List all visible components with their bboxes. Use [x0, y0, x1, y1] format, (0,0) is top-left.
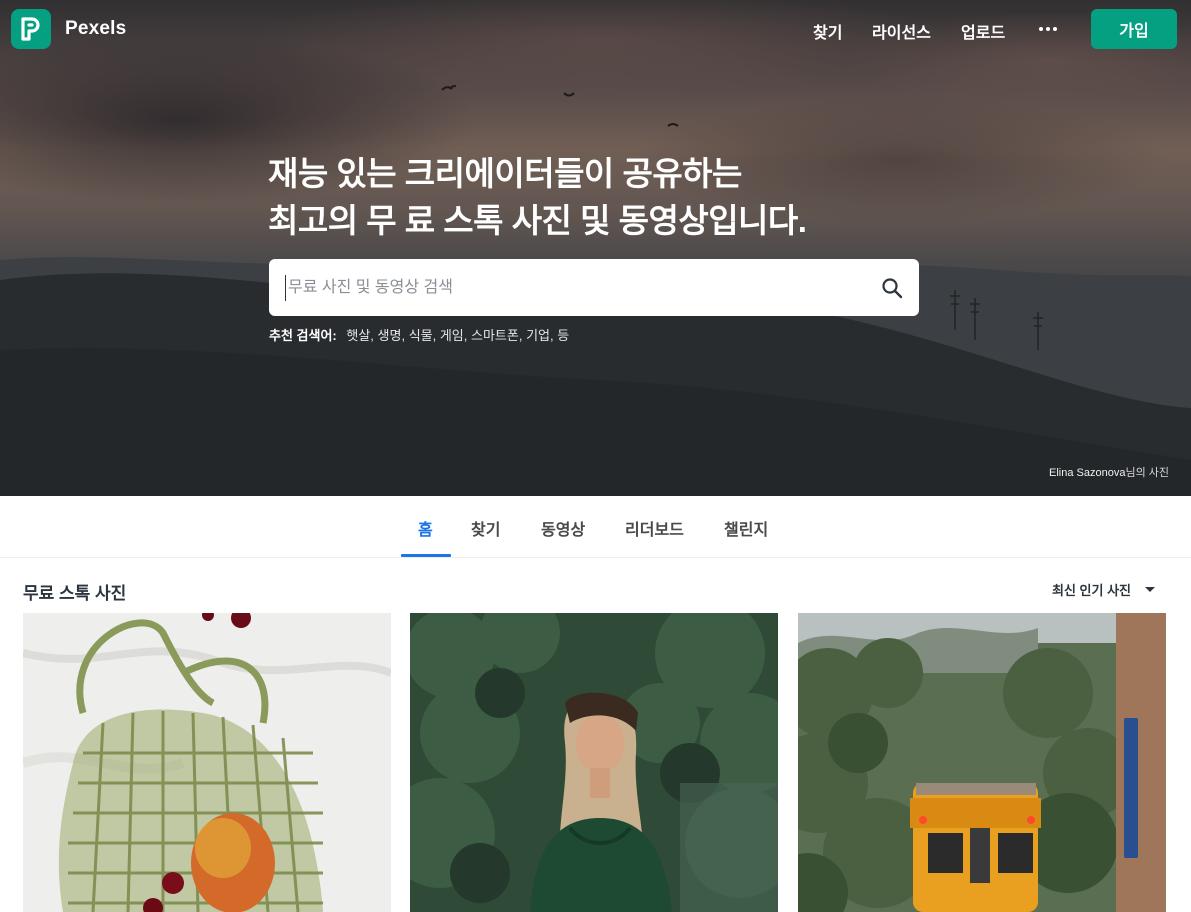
suggestion-item[interactable]: 기업 — [526, 328, 550, 343]
tab-home[interactable]: 홈 — [418, 516, 433, 540]
photo-yellow-train — [798, 613, 1166, 912]
suggestion-item[interactable]: 등 — [557, 328, 569, 343]
search-suggestions: 추천 검색어: 햇살, 생명, 식물, 게임, 스마트폰, 기업, 등 — [269, 328, 570, 343]
photo-credit: Elina Sazonova님의 사진 — [1049, 464, 1169, 480]
tab-explore[interactable]: 찾기 — [471, 516, 500, 540]
search-input[interactable] — [285, 275, 865, 301]
tab-videos[interactable]: 동영상 — [541, 516, 585, 540]
brand-name[interactable]: Pexels — [65, 18, 126, 40]
active-tab-indicator — [401, 554, 451, 557]
photo-card[interactable] — [410, 613, 778, 912]
photo-card[interactable] — [23, 613, 391, 912]
suggestion-item[interactable]: 생명 — [378, 328, 402, 343]
hero-title-line-1: 재능 있는 크리에이터들이 공유하는 — [268, 155, 742, 192]
suggestions-label: 추천 검색어: — [269, 328, 337, 343]
main-tabs: 홈 찾기 동영상 리더보드 챌린지 — [0, 496, 1191, 558]
photographer-link[interactable]: Elina Sazonova — [1049, 467, 1125, 479]
pexels-logo-icon — [21, 17, 40, 41]
photo-card[interactable] — [798, 613, 1166, 912]
credit-suffix: 님의 사진 — [1125, 467, 1169, 479]
chevron-down-icon — [1144, 587, 1155, 592]
suggestion-item[interactable]: 식물 — [409, 328, 433, 343]
nav-explore[interactable]: 찾기 — [813, 19, 842, 43]
hero-title: 재능 있는 크리에이터들이 공유하는 최고의 무 료 스톡 사진 및 동영상입니… — [268, 150, 908, 244]
suggestion-item[interactable]: 햇살 — [346, 328, 370, 343]
nav-upload[interactable]: 업로드 — [961, 19, 1005, 43]
suggestion-item[interactable]: 게임 — [440, 328, 464, 343]
tab-challenges[interactable]: 챌린지 — [724, 516, 768, 540]
pexels-logo[interactable] — [11, 9, 51, 49]
top-navigation: Pexels 찾기 라이선스 업로드 가입 — [0, 0, 1191, 58]
nav-license[interactable]: 라이선스 — [872, 19, 931, 43]
search-box[interactable] — [269, 259, 919, 316]
photo-mango-mesh-bag — [23, 613, 391, 912]
section-title: 무료 스톡 사진 — [23, 584, 127, 603]
join-button[interactable]: 가입 — [1091, 9, 1177, 49]
hero-banner — [0, 0, 1191, 496]
suggestion-item[interactable]: 스마트폰 — [471, 328, 519, 343]
tab-leaderboard[interactable]: 리더보드 — [625, 516, 684, 540]
more-dots-icon[interactable] — [1036, 17, 1060, 41]
hero-overlay — [0, 0, 1191, 496]
photo-woman-green-dress — [410, 613, 778, 912]
hero-title-line-2: 최고의 무 료 스톡 사진 및 동영상입니다. — [268, 202, 807, 239]
sort-dropdown[interactable]: 최신 인기 사진 — [1052, 580, 1155, 599]
search-icon[interactable] — [880, 276, 904, 300]
sort-label: 최신 인기 사진 — [1052, 583, 1131, 598]
